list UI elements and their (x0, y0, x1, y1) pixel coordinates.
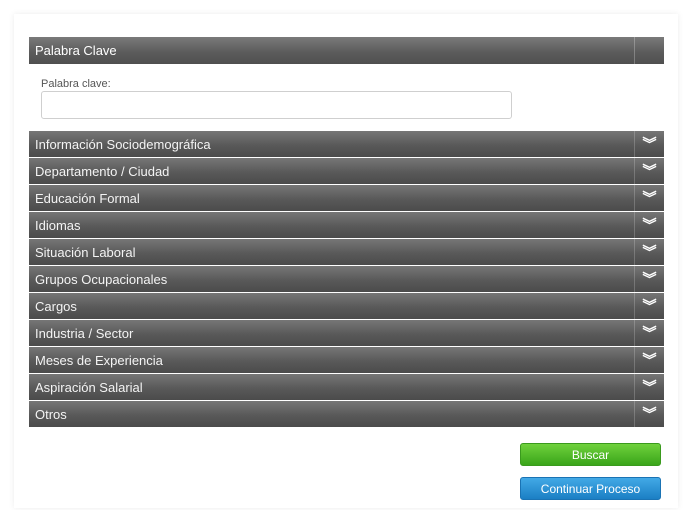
accordion-item-industry-sector[interactable]: Industria / Sector ︾ (29, 320, 664, 346)
keyword-field-label: Palabra clave: (41, 78, 111, 90)
chevron-double-down-icon[interactable]: ︾ (634, 374, 664, 400)
accordion-item-languages[interactable]: Idiomas ︾ (29, 212, 664, 238)
chevron-double-down-icon[interactable]: ︾ (634, 212, 664, 238)
accordion-item-experience-months[interactable]: Meses de Experiencia ︾ (29, 347, 664, 373)
accordion-item-label: Cargos (35, 298, 77, 314)
chevron-double-down-icon[interactable]: ︾ (634, 401, 664, 427)
chevron-double-down-icon[interactable]: ︾ (634, 185, 664, 211)
chevron-double-down-icon[interactable]: ︾ (634, 293, 664, 319)
accordion-item-others[interactable]: Otros ︾ (29, 401, 664, 427)
accordion-item-label: Departamento / Ciudad (35, 163, 170, 179)
header-divider (634, 37, 635, 64)
keyword-input[interactable] (41, 91, 512, 119)
chevron-double-down-icon[interactable]: ︾ (634, 158, 664, 184)
accordion-item-employment-status[interactable]: Situación Laboral ︾ (29, 239, 664, 265)
chevron-double-down-icon[interactable]: ︾ (634, 131, 664, 157)
accordion-item-salary-expectation[interactable]: Aspiración Salarial ︾ (29, 374, 664, 400)
search-button[interactable]: Buscar (520, 443, 661, 466)
continue-process-button[interactable]: Continuar Proceso (520, 477, 661, 500)
filter-accordion: Información Sociodemográfica ︾ Departame… (29, 131, 664, 428)
chevron-double-down-icon[interactable]: ︾ (634, 320, 664, 346)
accordion-item-label: Grupos Ocupacionales (35, 271, 168, 287)
accordion-item-department-city[interactable]: Departamento / Ciudad ︾ (29, 158, 664, 184)
chevron-double-down-icon[interactable]: ︾ (634, 239, 664, 265)
accordion-item-label: Educación Formal (35, 190, 140, 206)
accordion-item-label: Aspiración Salarial (35, 379, 143, 395)
keyword-section-title: Palabra Clave (35, 43, 117, 58)
accordion-item-label: Idiomas (35, 217, 81, 233)
accordion-item-label: Meses de Experiencia (35, 352, 163, 368)
chevron-double-down-icon[interactable]: ︾ (634, 266, 664, 292)
accordion-item-label: Información Sociodemográfica (35, 136, 211, 152)
accordion-item-occupational-groups[interactable]: Grupos Ocupacionales ︾ (29, 266, 664, 292)
accordion-item-sociodemographic[interactable]: Información Sociodemográfica ︾ (29, 131, 664, 157)
accordion-item-label: Situación Laboral (35, 244, 136, 260)
chevron-double-down-icon[interactable]: ︾ (634, 347, 664, 373)
keyword-section-header: Palabra Clave (29, 37, 664, 64)
accordion-item-formal-education[interactable]: Educación Formal ︾ (29, 185, 664, 211)
accordion-item-label: Industria / Sector (35, 325, 134, 341)
accordion-item-positions[interactable]: Cargos ︾ (29, 293, 664, 319)
accordion-item-label: Otros (35, 406, 67, 422)
